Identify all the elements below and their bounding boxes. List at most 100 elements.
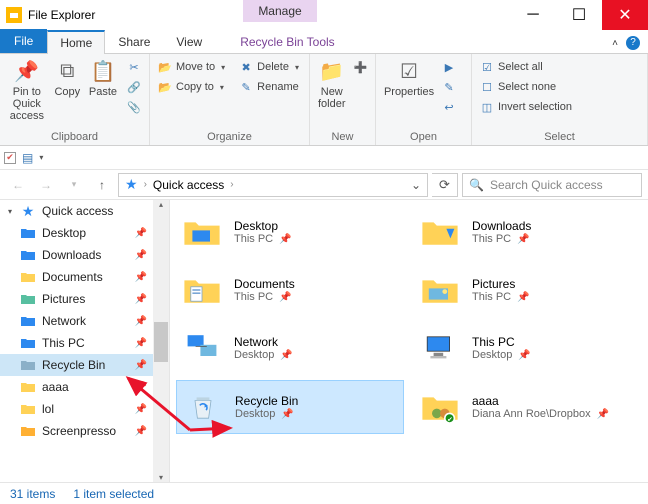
invert-selection-button[interactable]: ◫Invert selection [480,98,639,116]
invert-icon: ◫ [480,100,494,114]
open-icon: ▶ [442,60,456,74]
sidebar-item-downloads[interactable]: Downloads📌 [0,244,153,266]
file-item-downloads[interactable]: DownloadsThis PC 📌 [414,206,642,258]
select-all-icon: ☑ [480,60,494,74]
sidebar-item-lol[interactable]: lol📌 [0,398,153,420]
qat-dropdown[interactable]: ▾ [39,153,43,162]
title-bar: File Explorer Manage ─ ☐ ✕ [0,0,648,30]
search-placeholder: Search Quick access [490,178,603,192]
close-button[interactable]: ✕ [602,0,648,30]
ribbon-group-new: 📁New folder ➕ New [310,54,376,145]
qat-item-icon[interactable]: ▤ [22,151,33,165]
nav-up-button[interactable]: ↑ [90,173,114,197]
tab-view[interactable]: View [163,29,215,53]
tab-home[interactable]: Home [47,30,105,54]
address-dropdown-icon[interactable]: ⌄ [411,178,421,192]
sidebar-item-label: Documents [42,270,103,284]
ribbon-group-organize: 📂Move to▾ 📂Copy to▾ ✖Delete▾ ✎Rename Org… [150,54,310,145]
file-item-this-pc[interactable]: This PCDesktop 📌 [414,322,642,374]
quick-access-toolbar: ✔ ▤ ▾ [0,146,648,170]
folder-doc-icon [180,268,224,312]
select-none-label: Select none [498,81,556,93]
minimize-button[interactable]: ─ [510,0,556,30]
file-item-desktop[interactable]: DesktopThis PC 📌 [176,206,404,258]
sidebar-quick-access[interactable]: ▾ ★ Quick access [0,200,153,222]
edit-button[interactable]: ✎ [442,78,456,96]
pin-icon: 📌 [135,228,147,239]
chevron-down-icon: ▾ [295,63,299,72]
item-name: Documents [234,277,295,291]
help-icon[interactable]: ? [626,36,640,50]
folder-blue-icon [180,210,224,254]
select-none-button[interactable]: ☐Select none [480,78,639,96]
new-folder-label: New folder [318,86,346,110]
paste-button[interactable]: 📋Paste [89,58,117,98]
navigation-sidebar: ▾★Quick access Desktop📌Downloads📌Documen… [0,200,170,482]
sidebar-item-aaaa[interactable]: aaaa📌 [0,376,153,398]
sidebar-root-label: Quick access [42,204,113,218]
pin-icon: 📌 [135,382,147,393]
pin-to-quick-access-button[interactable]: 📌Pin to Quick access [8,58,46,122]
sidebar-item-this-pc[interactable]: This PC📌 [0,332,153,354]
qat-checkbox[interactable]: ✔ [4,152,16,164]
select-all-button[interactable]: ☑Select all [480,58,639,76]
sidebar-item-desktop[interactable]: Desktop📌 [0,222,153,244]
pin-icon: 📌 [135,272,147,283]
contextual-tab-manage[interactable]: Manage [243,0,317,22]
search-input[interactable]: 🔍 Search Quick access [462,173,642,197]
open-button[interactable]: ▶ [442,58,456,76]
rename-button[interactable]: ✎Rename [239,78,299,96]
new-folder-icon: 📁 [319,58,345,84]
address-box[interactable]: ★ › Quick access › ⌄ [118,173,428,197]
copy-path-button[interactable]: 🔗 [127,78,141,96]
folder-icon [20,247,36,263]
folder-icon [20,423,36,439]
file-item-pictures[interactable]: PicturesThis PC 📌 [414,264,642,316]
main-pane[interactable]: DesktopThis PC 📌DownloadsThis PC 📌Docume… [170,200,648,482]
sidebar-item-recycle-bin[interactable]: Recycle Bin📌 [0,354,153,376]
folder-pic-icon [418,268,462,312]
nav-recent-dropdown[interactable]: ▾ [62,173,86,197]
move-to-button[interactable]: 📂Move to▾ [158,58,225,76]
nav-forward-button[interactable]: → [34,173,58,197]
copy-button[interactable]: ⧉Copy [54,58,81,98]
file-item-network[interactable]: NetworkDesktop 📌 [176,322,404,374]
sidebar-scrollbar[interactable]: ▴▾ [153,200,169,482]
file-item-recycle-bin[interactable]: Recycle BinDesktop 📌 [176,380,404,434]
search-icon: 🔍 [469,178,484,192]
breadcrumb-sep-icon: › [230,179,233,190]
copy-to-button[interactable]: 📂Copy to▾ [158,78,225,96]
properties-button[interactable]: ☑Properties [384,58,434,98]
new-folder-button[interactable]: 📁New folder [318,58,346,110]
file-item-aaaa[interactable]: ✔aaaaDiana Ann Roe\Dropbox 📌 [414,380,642,434]
tab-recyclebin-tools[interactable]: Recycle Bin Tools [227,29,348,53]
quick-access-icon: ★ [125,176,138,193]
maximize-button[interactable]: ☐ [556,0,602,30]
tab-share[interactable]: Share [105,29,163,53]
star-icon: ★ [20,203,36,219]
item-name: Desktop [234,219,292,233]
nav-back-button[interactable]: ← [6,173,30,197]
delete-button[interactable]: ✖Delete▾ [239,58,299,76]
tab-file[interactable]: File [0,29,47,53]
sidebar-item-pictures[interactable]: Pictures📌 [0,288,153,310]
pin-icon: 📌 [135,250,147,261]
ribbon-group-open: ☑Properties ▶✎↩ Open [376,54,472,145]
chevron-down-icon[interactable]: ▾ [8,207,12,216]
refresh-button[interactable]: ⟳ [432,173,458,197]
paste-shortcut-button[interactable]: 📎 [127,98,141,116]
sidebar-item-network[interactable]: Network📌 [0,310,153,332]
pin-icon: 📌 [135,294,147,305]
breadcrumb-root[interactable]: Quick access [153,178,224,192]
cut-button[interactable]: ✂ [127,58,141,76]
pin-icon: 📌 [135,316,147,327]
item-location: Desktop 📌 [472,349,531,361]
sidebar-item-screenpresso[interactable]: Screenpresso📌 [0,420,153,442]
ribbon-tabs: File Home Share View Recycle Bin Tools ˄… [0,30,648,54]
history-button[interactable]: ↩ [442,98,456,116]
collapse-ribbon-icon[interactable]: ˄ [612,38,618,49]
file-item-documents[interactable]: DocumentsThis PC 📌 [176,264,404,316]
copyto-icon: 📂 [158,80,172,94]
new-item-button[interactable]: ➕ [354,58,368,76]
sidebar-item-documents[interactable]: Documents 📌 [0,266,153,288]
